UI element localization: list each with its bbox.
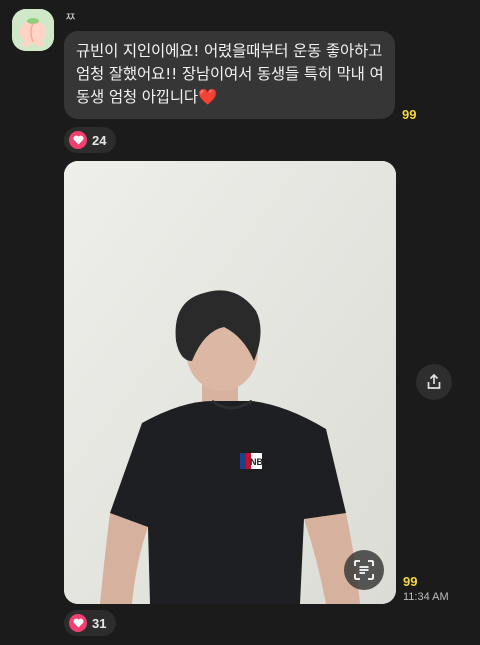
unread-count: 99 (402, 107, 417, 122)
photo-reaction-badge[interactable]: 31 (64, 610, 117, 636)
share-button[interactable] (416, 364, 452, 400)
peach-character-icon (12, 9, 54, 51)
message-time: 11:34 AM (403, 591, 449, 603)
red-heart-emoji: ❤️ (197, 88, 218, 106)
reaction-count: 24 (92, 132, 107, 148)
reaction-count: 31 (92, 615, 107, 631)
message-text: 규빈이 지인이에요! 어렸을때부터 운동 좋아하고 엄청 잘했어요!! 장남이여… (76, 42, 384, 106)
photo-image: NBA (64, 161, 396, 604)
share-icon (427, 373, 441, 389)
reaction-badge[interactable]: 24 (64, 127, 117, 153)
scan-text-button[interactable] (344, 550, 384, 590)
heart-icon (69, 131, 87, 149)
text-scan-icon (354, 560, 374, 580)
photo-unread-count: 99 (403, 574, 418, 589)
svg-text:NBA: NBA (250, 457, 270, 467)
sender-name: ㅉ (65, 10, 77, 24)
message-bubble[interactable]: 규빈이 지인이에요! 어렸을때부터 운동 좋아하고 엄청 잘했어요!! 장남이여… (64, 31, 395, 119)
heart-icon (69, 614, 87, 632)
photo-message[interactable]: NBA (64, 161, 396, 604)
sender-avatar[interactable] (12, 9, 54, 51)
